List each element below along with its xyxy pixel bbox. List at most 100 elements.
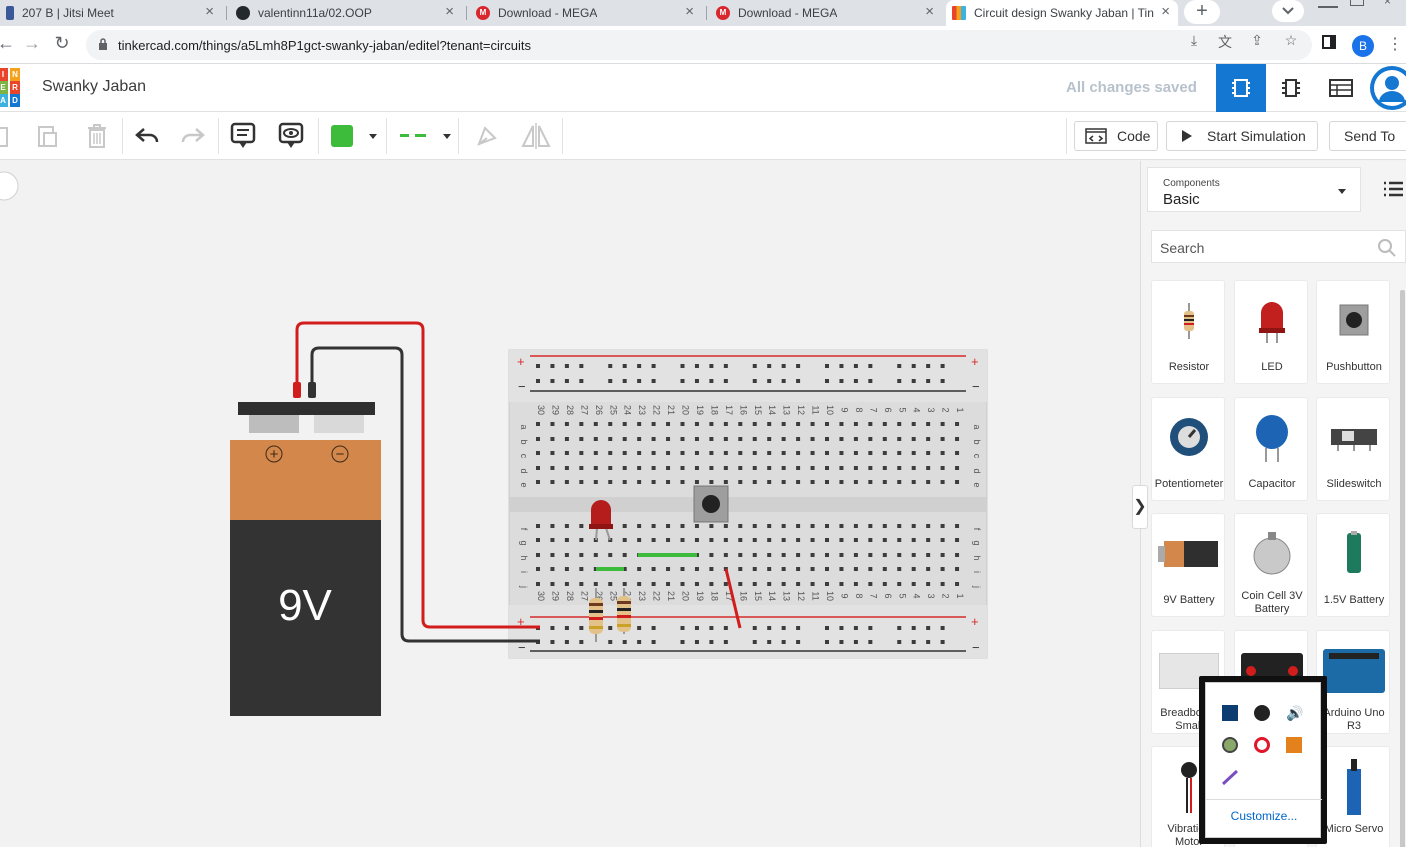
circuit-canvas[interactable]: + + − − + + − − 30 30 29 29 28 28 27 27 26 26 25 25… [0,161,1140,847]
component-card[interactable]: Pushbutton [1316,280,1390,384]
rail-minus-label: − [518,379,526,394]
nine-volt-battery-icon [1152,524,1226,584]
component-card-label: Coin Cell 3V Battery [1241,590,1303,615]
column-number-label: 3 [926,593,936,598]
column-number-label: 24 [623,405,633,415]
collapse-sidebar-button[interactable]: ❯ [1132,485,1148,529]
browser-tab-mega-2[interactable]: M Download - MEGA × [710,0,942,26]
opera-tray-icon[interactable] [1254,737,1270,753]
list-view-icon[interactable] [1383,181,1403,202]
component-card[interactable]: Coin Cell 3V Battery [1234,513,1308,617]
maximize-window-icon[interactable] [1350,0,1364,6]
breadboard[interactable] [508,349,988,659]
back-arrow-icon[interactable]: ← [0,33,18,54]
profile-avatar[interactable]: B [1352,35,1374,57]
flip-icon[interactable] [521,122,551,150]
browser-tab-jitsi[interactable]: 207 B | Jitsi Meet × [0,0,222,26]
chrome-menu-icon[interactable]: ⋮ [1386,34,1404,54]
side-panel-icon[interactable] [1320,35,1338,52]
install-app-icon[interactable]: ⤓ [1185,32,1203,49]
column-number-label: 6 [883,407,893,412]
component-card[interactable]: 1.5V Battery [1316,513,1390,617]
wire-type-dropdown-caret-icon[interactable] [443,134,451,139]
components-category-dropdown[interactable]: Components Basic [1147,167,1361,212]
wire-color-swatch[interactable] [331,125,353,147]
search-icon [1378,239,1396,257]
browser-tab-mega-1[interactable]: M Download - MEGA × [470,0,702,26]
forward-arrow-icon[interactable]: → [20,33,44,54]
undo-icon[interactable] [132,122,162,150]
component-card-label: 9V Battery [1163,594,1215,606]
sidebar-scrollbar[interactable] [1400,290,1405,847]
send-to-button[interactable]: Send To [1329,121,1406,151]
column-number-label: 5 [897,593,907,598]
close-tab-icon[interactable]: × [925,3,934,20]
component-card-label: Capacitor [1248,478,1296,490]
column-number-label: 18 [709,591,719,601]
tinkercad-logo[interactable]: I N E R A D [0,66,24,110]
start-simulation-button[interactable]: Start Simulation [1166,121,1318,151]
translate-icon[interactable]: 文 [1216,32,1234,52]
user-tray-icon[interactable] [1254,705,1270,721]
component-search-input[interactable]: Search [1151,230,1406,263]
component-card[interactable]: Potentiometer [1151,397,1225,501]
pushbutton-icon [1317,291,1391,351]
column-number-label: 1 [955,593,965,598]
browser-tab-tinkercad[interactable]: Circuit design Swanky Jaban | Tin × [946,0,1178,26]
bookmark-star-icon[interactable]: ☆ [1282,32,1300,49]
fit-view-icon[interactable] [0,171,19,201]
black-wire-connector [308,382,316,398]
close-tab-icon[interactable]: × [685,3,694,20]
speaker-tray-icon[interactable]: 🔊 [1286,705,1303,721]
customize-link[interactable]: Customize... [1206,809,1322,823]
jitsi-favicon-icon [6,6,14,20]
column-number-label: 18 [709,405,719,415]
nine-volt-battery[interactable]: + − 9V [230,402,381,716]
column-number-label: 4 [912,407,922,412]
component-card[interactable]: Slideswitch [1316,397,1390,501]
pushbutton-component[interactable] [693,485,729,523]
share-icon[interactable]: ⇪ [1248,32,1266,49]
paste-icon[interactable] [32,122,62,150]
close-window-icon[interactable]: × [1384,0,1398,7]
close-tab-icon[interactable]: × [1161,3,1170,20]
component-card-label: Resistor [1168,361,1210,373]
micro-servo-icon [1317,757,1391,817]
notes-icon[interactable] [228,122,258,150]
redo-icon[interactable] [178,122,208,150]
column-number-label: 23 [637,405,647,415]
minimize-window-icon[interactable] [1318,0,1338,8]
new-tab-button[interactable]: + [1184,0,1220,24]
feather-tray-icon[interactable] [1221,769,1239,786]
component-card[interactable]: Resistor [1151,280,1225,384]
component-card[interactable]: 9V Battery [1151,513,1225,617]
notes-visibility-icon[interactable] [276,122,306,150]
reload-icon[interactable]: ↻ [50,33,74,54]
circuit-view-button[interactable] [1216,64,1266,112]
close-tab-icon[interactable]: × [445,3,454,20]
schematic-view-button[interactable] [1266,64,1316,112]
browser-tab-github[interactable]: valentinn11a/02.OOP × [230,0,462,26]
address-bar[interactable]: tinkercad.com/things/a5Lmh8P1gct-swanky-… [86,30,1312,60]
code-label: Code [1117,128,1151,144]
component-list-view-button[interactable] [1316,64,1366,112]
component-card[interactable]: LED [1234,280,1308,384]
column-number-label: 19 [695,591,705,601]
network-tray-icon[interactable] [1222,705,1238,721]
rail-plus-label: + [517,354,525,369]
rotate-icon[interactable] [472,122,502,150]
component-card[interactable]: Arduino Uno R3 [1316,630,1390,734]
code-button[interactable]: Code [1074,121,1158,151]
user-avatar[interactable] [1370,66,1406,110]
component-card[interactable]: Capacitor [1234,397,1308,501]
project-title[interactable]: Swanky Jaban [42,78,146,96]
send-to-label: Send To [1344,128,1396,144]
tab-search-chevron-icon[interactable] [1272,0,1304,22]
copy-icon[interactable] [0,122,16,150]
delete-trash-icon[interactable] [82,122,112,150]
orange-app-tray-icon[interactable] [1286,737,1302,753]
component-card[interactable]: Micro Servo [1316,746,1390,847]
app-tray-icon[interactable] [1222,737,1238,753]
close-tab-icon[interactable]: × [205,3,214,20]
color-dropdown-caret-icon[interactable] [369,134,377,139]
